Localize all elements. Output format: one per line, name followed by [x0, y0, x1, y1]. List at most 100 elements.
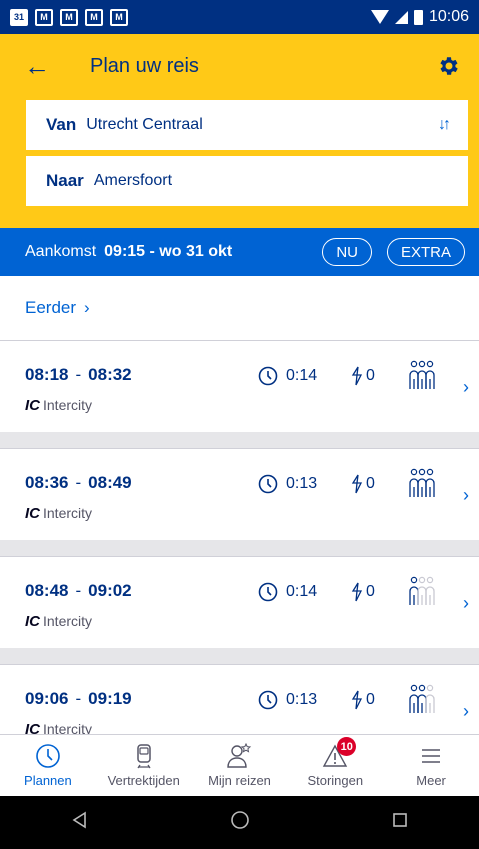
train-type-name: Intercity: [43, 505, 93, 521]
time-separator: -: [75, 689, 82, 708]
train-type: IC Intercity: [25, 397, 92, 414]
trip-times: 09:06-09:19: [25, 689, 132, 709]
mail-icon: M: [35, 8, 53, 26]
nav-mijn-reizen[interactable]: Mijn reizen: [192, 735, 288, 796]
trip-duration: 0:13: [286, 475, 318, 492]
calendar-icon: 31: [10, 8, 28, 26]
trip-duration: 0:13: [286, 691, 318, 708]
nav-meer[interactable]: Meer: [383, 735, 479, 796]
back-arrow-icon[interactable]: ←: [24, 51, 60, 82]
departure-time: 08:48: [25, 581, 69, 600]
home-nav-button[interactable]: [230, 810, 250, 835]
trip-option-row[interactable]: 08:48-09:02 IC Intercity 0:14 0 ›: [0, 556, 479, 648]
earlier-label: Eerder: [25, 298, 77, 317]
nav-label: Vertrektijden: [107, 773, 180, 788]
swap-stations-icon[interactable]: ↓↑: [438, 116, 451, 134]
trip-times: 08:36-08:49: [25, 473, 132, 493]
train-type: IC Intercity: [25, 505, 92, 522]
trip-option-row[interactable]: 08:18-08:32 IC Intercity 0:14 0 ›: [0, 340, 479, 432]
notification-icons: 31 M M M M: [10, 8, 128, 26]
android-nav-bar: [0, 796, 479, 849]
transfer-icon: [351, 474, 363, 494]
mail-icon: M: [110, 8, 128, 26]
earlier-trips-link[interactable]: Eerder ›: [0, 276, 479, 340]
from-label: Van: [46, 115, 77, 134]
time-separator: -: [75, 473, 82, 492]
trip-times: 08:48-09:02: [25, 581, 132, 601]
from-station-field[interactable]: Van Utrecht Centraal ↓↑: [26, 100, 468, 150]
mail-icon: M: [60, 8, 78, 26]
duration-clock-icon: [258, 582, 278, 602]
arrival-time: 09:19: [88, 689, 132, 708]
chevron-right-icon: ›: [84, 298, 90, 317]
nav-label: Mijn reizen: [208, 773, 271, 788]
duration-clock-icon: [258, 366, 278, 386]
transfer-count: 0: [366, 583, 375, 600]
mail-icon: M: [85, 8, 103, 26]
train-type-code: IC: [25, 613, 40, 630]
bottom-navigation: Plannen Vertrektijden Mijn reizen 10 Sto…: [0, 734, 479, 796]
train-type-name: Intercity: [43, 397, 93, 413]
departure-time: 09:06: [25, 689, 69, 708]
status-bar: 31 M M M M 10:06: [0, 0, 479, 34]
transfer-icon: [351, 690, 363, 710]
page-title: Plan uw reis: [90, 54, 199, 77]
train-type-code: IC: [25, 505, 40, 522]
arrival-label: Aankomst: [25, 243, 97, 260]
menu-icon: [422, 749, 441, 763]
trip-option-row[interactable]: 08:36-08:49 IC Intercity 0:13 0 ›: [0, 448, 479, 540]
transfer-count: 0: [366, 367, 375, 384]
nav-label: Storingen: [307, 773, 364, 788]
clock-time: 10:06: [428, 8, 469, 25]
chevron-right-icon: ›: [463, 485, 469, 505]
clock-icon: [36, 744, 60, 768]
time-separator: -: [75, 581, 82, 600]
notification-badge: 10: [337, 737, 357, 756]
duration-clock-icon: [258, 474, 278, 494]
to-label: Naar: [46, 171, 84, 190]
nav-label: Meer: [416, 773, 446, 788]
nav-plannen[interactable]: Plannen: [0, 735, 96, 796]
train-icon: [136, 744, 151, 769]
wifi-icon: [370, 10, 389, 24]
signal-icon: [394, 10, 408, 24]
nav-label: Plannen: [24, 773, 72, 788]
transfer-count: 0: [366, 691, 375, 708]
arrival-time-bar[interactable]: Aankomst 09:15 - wo 31 okt NU EXTRA: [0, 228, 479, 276]
arrival-time: 09:02: [88, 581, 132, 600]
train-type: IC Intercity: [25, 613, 92, 630]
train-type-name: Intercity: [43, 613, 93, 629]
back-nav-button[interactable]: [71, 811, 89, 834]
crowd-level-icon: [409, 468, 435, 497]
extra-button[interactable]: EXTRA: [386, 238, 465, 266]
trip-duration: 0:14: [286, 583, 318, 600]
transfer-icon: [351, 366, 363, 386]
duration-clock-icon: [258, 690, 278, 710]
arrival-time: 08:49: [88, 473, 132, 492]
transfer-icon: [351, 582, 363, 602]
crowd-level-icon: [409, 684, 435, 713]
gear-icon[interactable]: [437, 54, 461, 78]
crowd-level-icon: [409, 360, 435, 389]
trip-times: 08:18-08:32: [25, 365, 132, 385]
chevron-right-icon: ›: [463, 593, 469, 613]
chevron-right-icon: ›: [463, 377, 469, 397]
time-separator: -: [75, 365, 82, 384]
chevron-right-icon: ›: [463, 701, 469, 721]
recents-nav-button[interactable]: [392, 812, 408, 833]
journey-planner-header: ← Plan uw reis Van Utrecht Centraal ↓↑ N…: [0, 34, 479, 228]
arrival-time: 08:32: [88, 365, 132, 384]
arrival-datetime: 09:15 - wo 31 okt: [104, 243, 233, 260]
to-station-field[interactable]: Naar Amersfoort: [26, 156, 468, 206]
train-type-code: IC: [25, 397, 40, 414]
departure-time: 08:36: [25, 473, 69, 492]
now-button[interactable]: NU: [322, 238, 372, 266]
nav-vertrektijden[interactable]: Vertrektijden: [96, 735, 192, 796]
trip-duration: 0:14: [286, 367, 318, 384]
transfer-count: 0: [366, 475, 375, 492]
crowd-level-icon: [409, 576, 435, 605]
nav-storingen[interactable]: 10 Storingen: [287, 735, 383, 796]
departure-time: 08:18: [25, 365, 69, 384]
trip-option-row[interactable]: 09:06-09:19 IC Intercity 0:13 0 ›: [0, 664, 479, 738]
battery-icon: [413, 9, 423, 25]
